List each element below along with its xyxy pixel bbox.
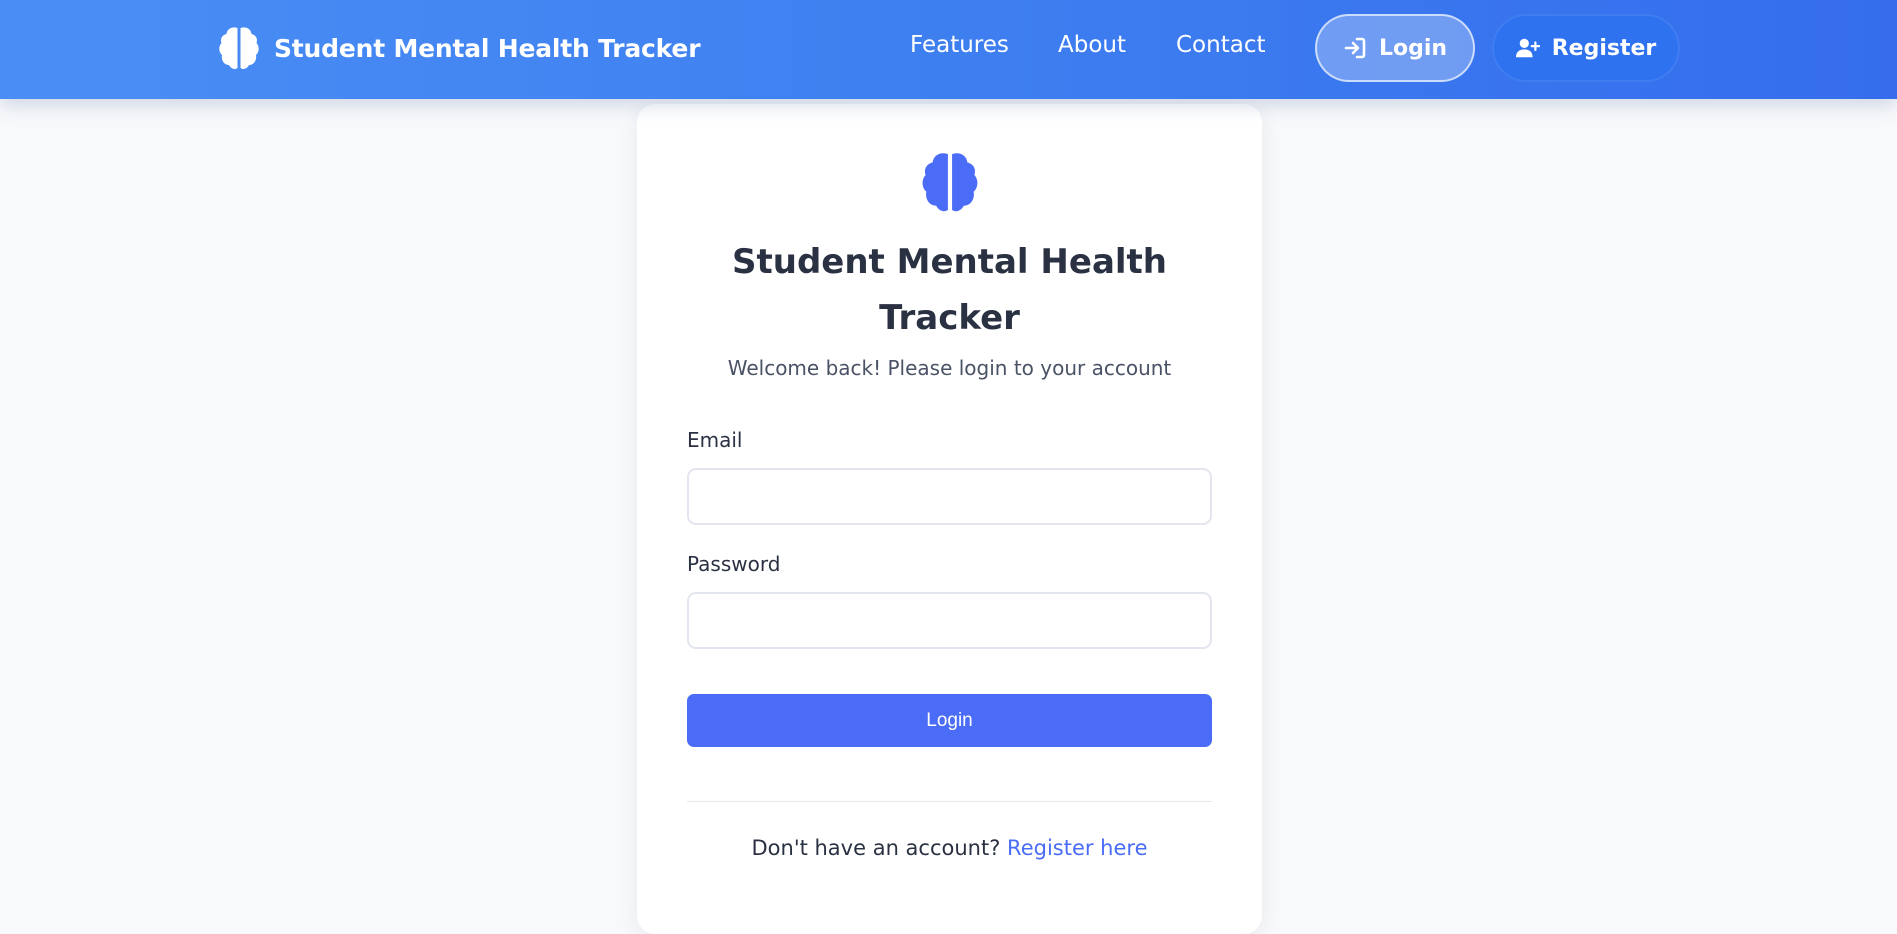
brand-title: Student Mental Health Tracker (274, 33, 701, 63)
register-prompt-text: Don't have an account? (751, 836, 1001, 860)
page-subtitle: Welcome back! Please login to your accou… (727, 356, 1172, 380)
nav-login-button[interactable]: Login (1315, 14, 1475, 82)
nav-link-contact[interactable]: Contact (1176, 32, 1265, 58)
nav-login-label: Login (1378, 35, 1448, 61)
email-label: Email (687, 428, 743, 452)
nav-register-label: Register (1551, 35, 1657, 61)
brand[interactable]: Student Mental Health Tracker (218, 20, 701, 76)
nav-link-features[interactable]: Features (910, 32, 1009, 58)
login-card: Student Mental Health Tracker Welcome ba… (637, 104, 1262, 934)
login-submit-button[interactable]: Login (687, 694, 1212, 747)
brain-icon (219, 27, 259, 70)
password-field[interactable] (687, 592, 1212, 649)
nav-link-about[interactable]: About (1058, 32, 1126, 58)
email-field[interactable] (687, 468, 1212, 525)
sign-in-icon (1344, 37, 1366, 59)
password-label: Password (687, 552, 781, 576)
top-navbar: Student Mental Health Tracker Features A… (0, 0, 1897, 99)
page-title: Student Mental Health Tracker (732, 242, 1167, 338)
divider (687, 801, 1212, 802)
brain-icon (922, 153, 978, 212)
user-plus-icon (1515, 38, 1540, 58)
register-prompt: Don't have an account? Register here (677, 836, 1222, 860)
nav-register-button[interactable]: Register (1492, 14, 1680, 82)
register-link[interactable]: Register here (1007, 836, 1147, 860)
